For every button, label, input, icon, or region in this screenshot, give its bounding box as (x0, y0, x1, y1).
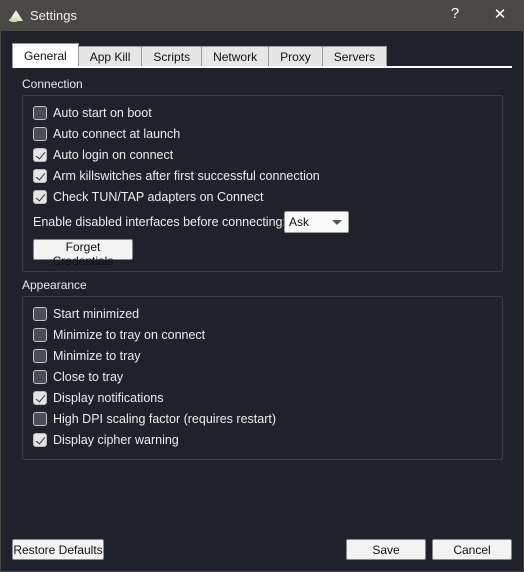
interfaces-value: Ask (289, 215, 310, 229)
checkbox-unchecked-icon[interactable] (33, 106, 47, 120)
checkbox-label: Auto login on connect (53, 148, 174, 162)
appearance-heading: Appearance (22, 278, 87, 292)
app-logo-icon (9, 10, 23, 22)
checkbox-connection-2[interactable]: Auto login on connect (33, 146, 173, 164)
tab-general[interactable]: General (12, 43, 79, 68)
tab-scripts[interactable]: Scripts (142, 46, 203, 68)
checkbox-unchecked-icon[interactable] (33, 349, 47, 363)
checkbox-appearance-6[interactable]: Display cipher warning (33, 431, 179, 449)
checkbox-label: Auto connect at launch (53, 127, 181, 141)
checkbox-connection-1[interactable]: Auto connect at launch (33, 125, 180, 143)
tab-bar: General App Kill Scripts Network Proxy S… (12, 43, 388, 68)
forget-credentials-button[interactable]: Forget Credentials (33, 239, 133, 268)
checkbox-checked-icon[interactable] (33, 190, 47, 204)
help-button[interactable]: ? (443, 5, 467, 22)
checkbox-label: Close to tray (53, 370, 124, 384)
interfaces-select[interactable]: Ask (284, 211, 349, 233)
checkbox-unchecked-icon[interactable] (33, 328, 47, 342)
checkbox-label: Minimize to tray on connect (53, 328, 206, 342)
checkbox-label: Arm killswitches after first successful … (53, 169, 320, 183)
checkbox-checked-icon[interactable] (33, 433, 47, 447)
chevron-down-icon (332, 220, 342, 225)
checkbox-label: Auto start on boot (53, 106, 152, 120)
checkbox-label: High DPI scaling factor (requires restar… (53, 412, 276, 426)
checkbox-appearance-4[interactable]: Display notifications (33, 389, 163, 407)
checkbox-checked-icon[interactable] (33, 391, 47, 405)
checkbox-appearance-5[interactable]: High DPI scaling factor (requires restar… (33, 410, 276, 428)
checkbox-appearance-1[interactable]: Minimize to tray on connect (33, 326, 205, 344)
checkbox-label: Display notifications (53, 391, 164, 405)
title-bar: Settings ? ✕ (0, 0, 524, 31)
checkbox-checked-icon[interactable] (33, 148, 47, 162)
checkbox-appearance-3[interactable]: Close to tray (33, 368, 123, 386)
checkbox-unchecked-icon[interactable] (33, 412, 47, 426)
connection-heading: Connection (22, 77, 83, 91)
checkbox-label: Display cipher warning (53, 433, 179, 447)
checkbox-unchecked-icon[interactable] (33, 307, 47, 321)
checkbox-label: Check TUN/TAP adapters on Connect (53, 190, 264, 204)
checkbox-connection-3[interactable]: Arm killswitches after first successful … (33, 167, 320, 185)
tab-proxy[interactable]: Proxy (269, 46, 323, 68)
cancel-button[interactable]: Cancel (432, 539, 512, 560)
window-title: Settings (30, 8, 77, 23)
checkbox-unchecked-icon[interactable] (33, 127, 47, 141)
checkbox-appearance-0[interactable]: Start minimized (33, 305, 139, 323)
checkbox-label: Minimize to tray (53, 349, 141, 363)
checkbox-checked-icon[interactable] (33, 169, 47, 183)
checkbox-unchecked-icon[interactable] (33, 370, 47, 384)
save-button[interactable]: Save (346, 539, 426, 560)
tab-divider (76, 66, 512, 68)
interfaces-label: Enable disabled interfaces before connec… (33, 215, 286, 229)
checkbox-appearance-2[interactable]: Minimize to tray (33, 347, 141, 365)
tab-network[interactable]: Network (202, 46, 270, 68)
close-button[interactable]: ✕ (488, 5, 512, 23)
restore-defaults-button[interactable]: Restore Defaults (12, 539, 104, 560)
checkbox-connection-4[interactable]: Check TUN/TAP adapters on Connect (33, 188, 264, 206)
tab-servers[interactable]: Servers (322, 46, 388, 68)
checkbox-label: Start minimized (53, 307, 140, 321)
checkbox-connection-0[interactable]: Auto start on boot (33, 104, 152, 122)
interfaces-label-row: Enable disabled interfaces before connec… (33, 213, 286, 231)
tab-app-kill[interactable]: App Kill (78, 46, 143, 68)
